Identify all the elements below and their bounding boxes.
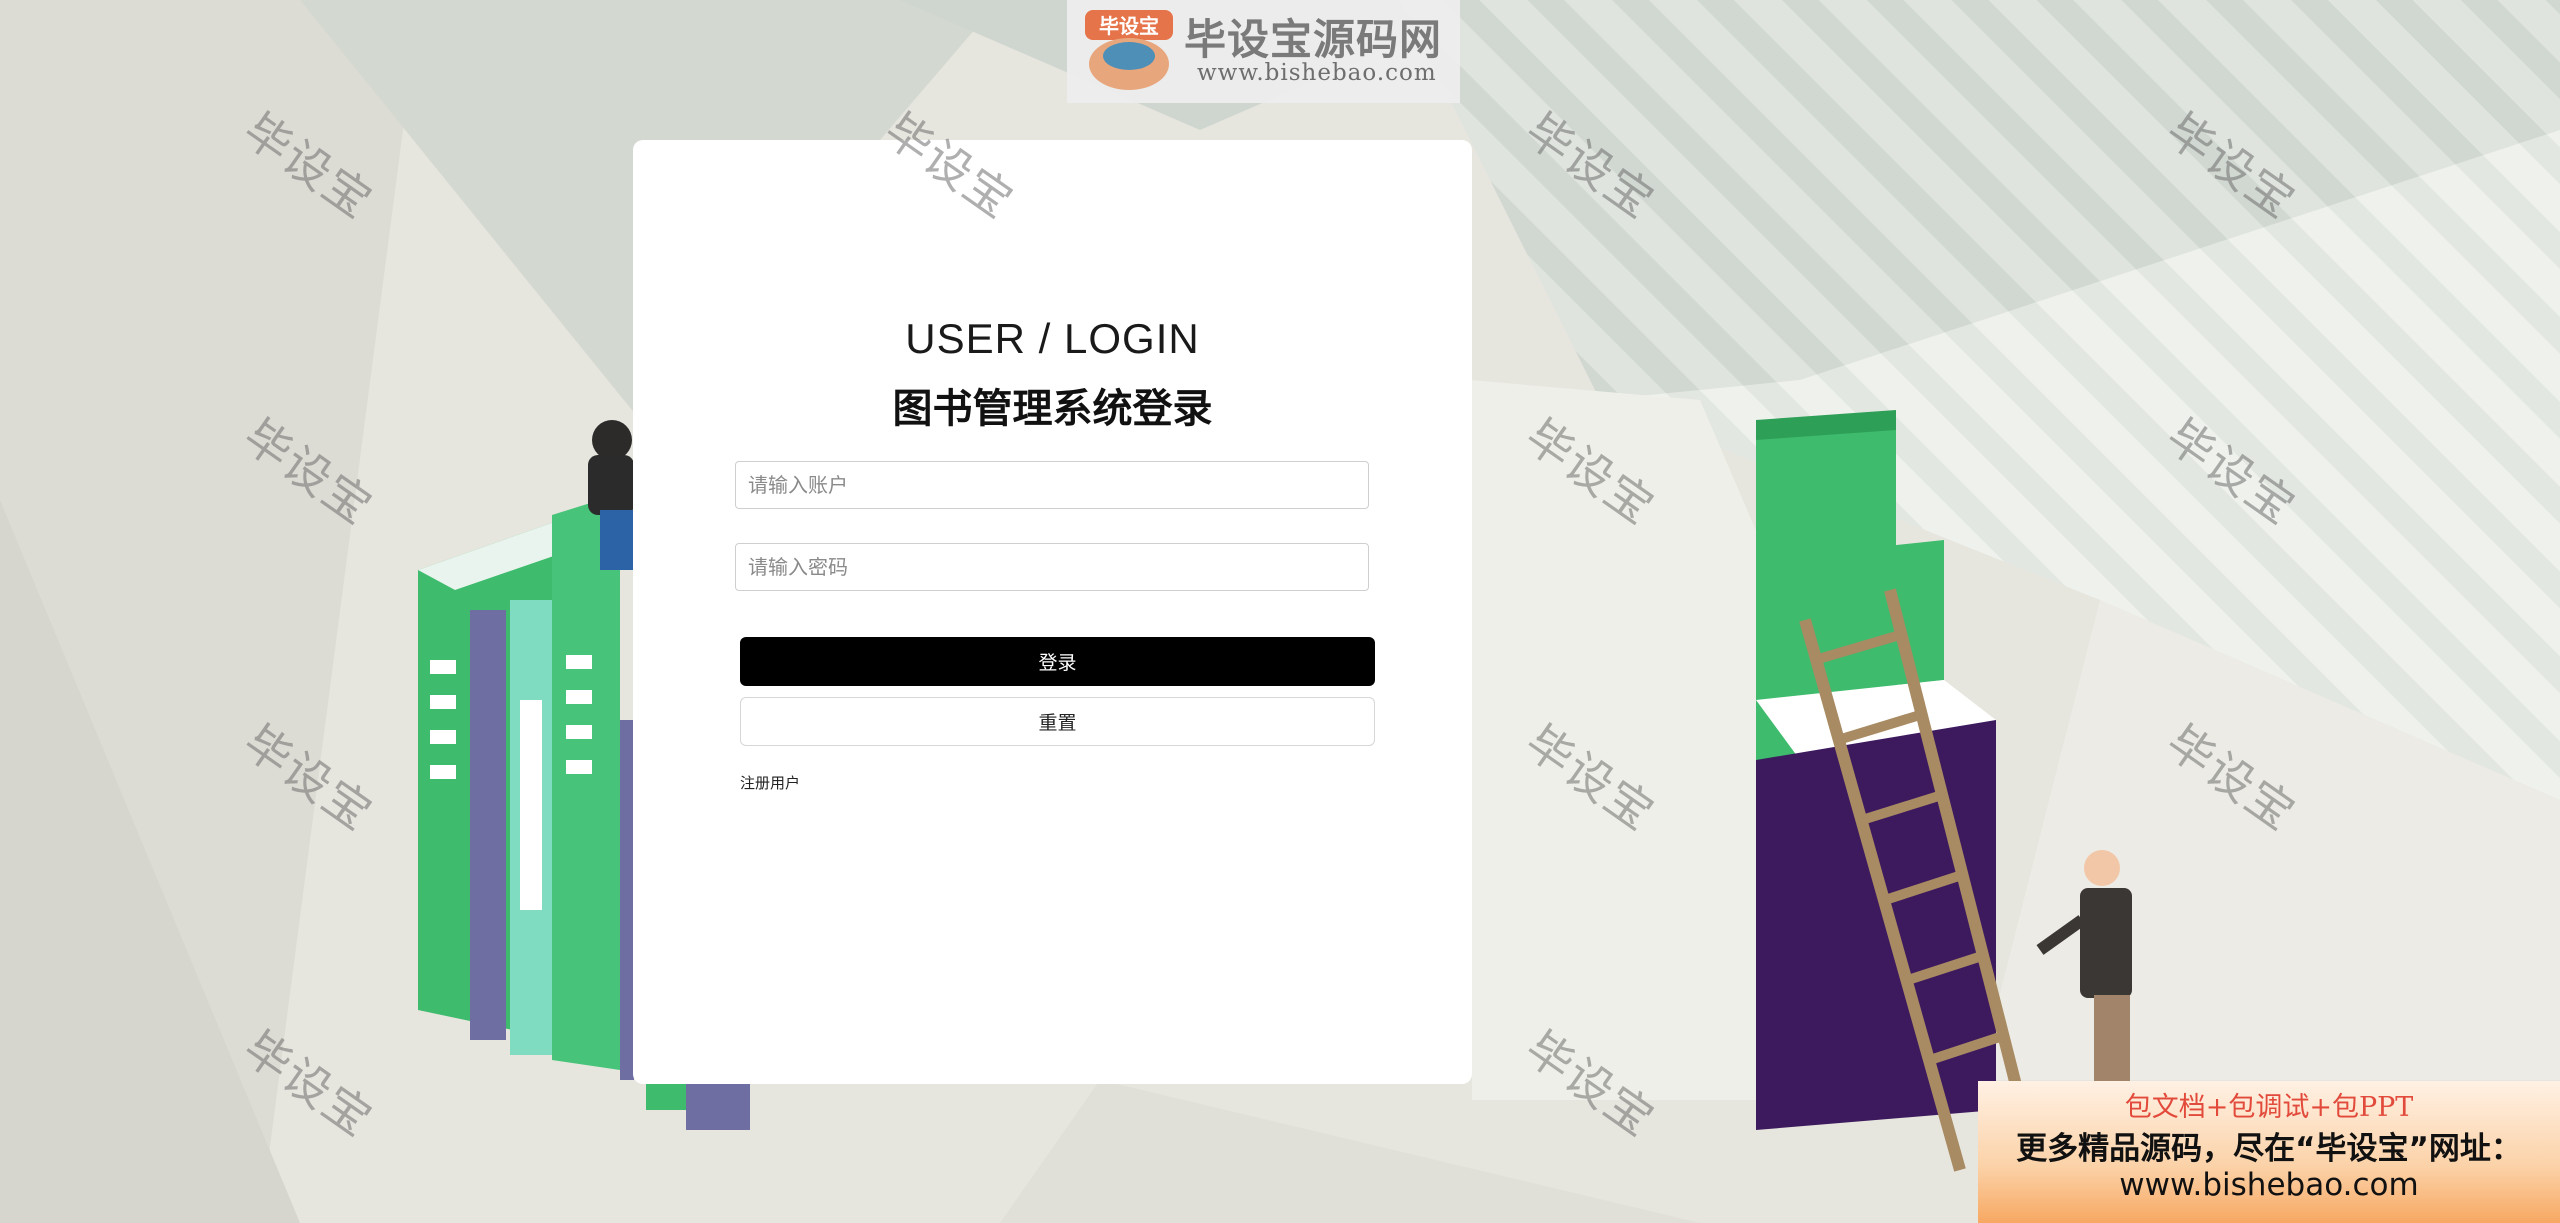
promo-services-text: 包文档+包调试+包PPT: [2124, 1092, 2414, 1123]
logo-title: 毕设宝源码网: [1184, 15, 1443, 64]
reset-button[interactable]: 重置: [740, 697, 1375, 746]
password-input[interactable]: [735, 543, 1369, 591]
promo-banner: 包文档+包调试+包PPT 更多精品源码，尽在“毕设宝”网址： www.bishe…: [1978, 1081, 2560, 1223]
promo-url: www.bishebao.com: [2119, 1167, 2419, 1203]
logo-badge-icon: 毕设宝: [1085, 10, 1173, 90]
login-button[interactable]: 登录: [740, 637, 1375, 686]
account-input[interactable]: [735, 461, 1369, 509]
svg-text:毕设宝: 毕设宝: [1099, 14, 1159, 38]
register-link[interactable]: 注册用户: [740, 772, 800, 793]
login-subtitle: USER / LOGIN: [905, 315, 1200, 362]
site-logo: 毕设宝 毕设宝源码网 www.bishebao.com: [1067, 0, 1460, 103]
login-card: USER / LOGIN 图书管理系统登录 登录 重置 注册用户: [633, 140, 1472, 1084]
promo-headline: 更多精品源码，尽在“毕设宝”网址：: [2016, 1131, 2522, 1167]
page-title: 图书管理系统登录: [892, 386, 1213, 432]
logo-url: www.bishebao.com: [1197, 60, 1437, 86]
